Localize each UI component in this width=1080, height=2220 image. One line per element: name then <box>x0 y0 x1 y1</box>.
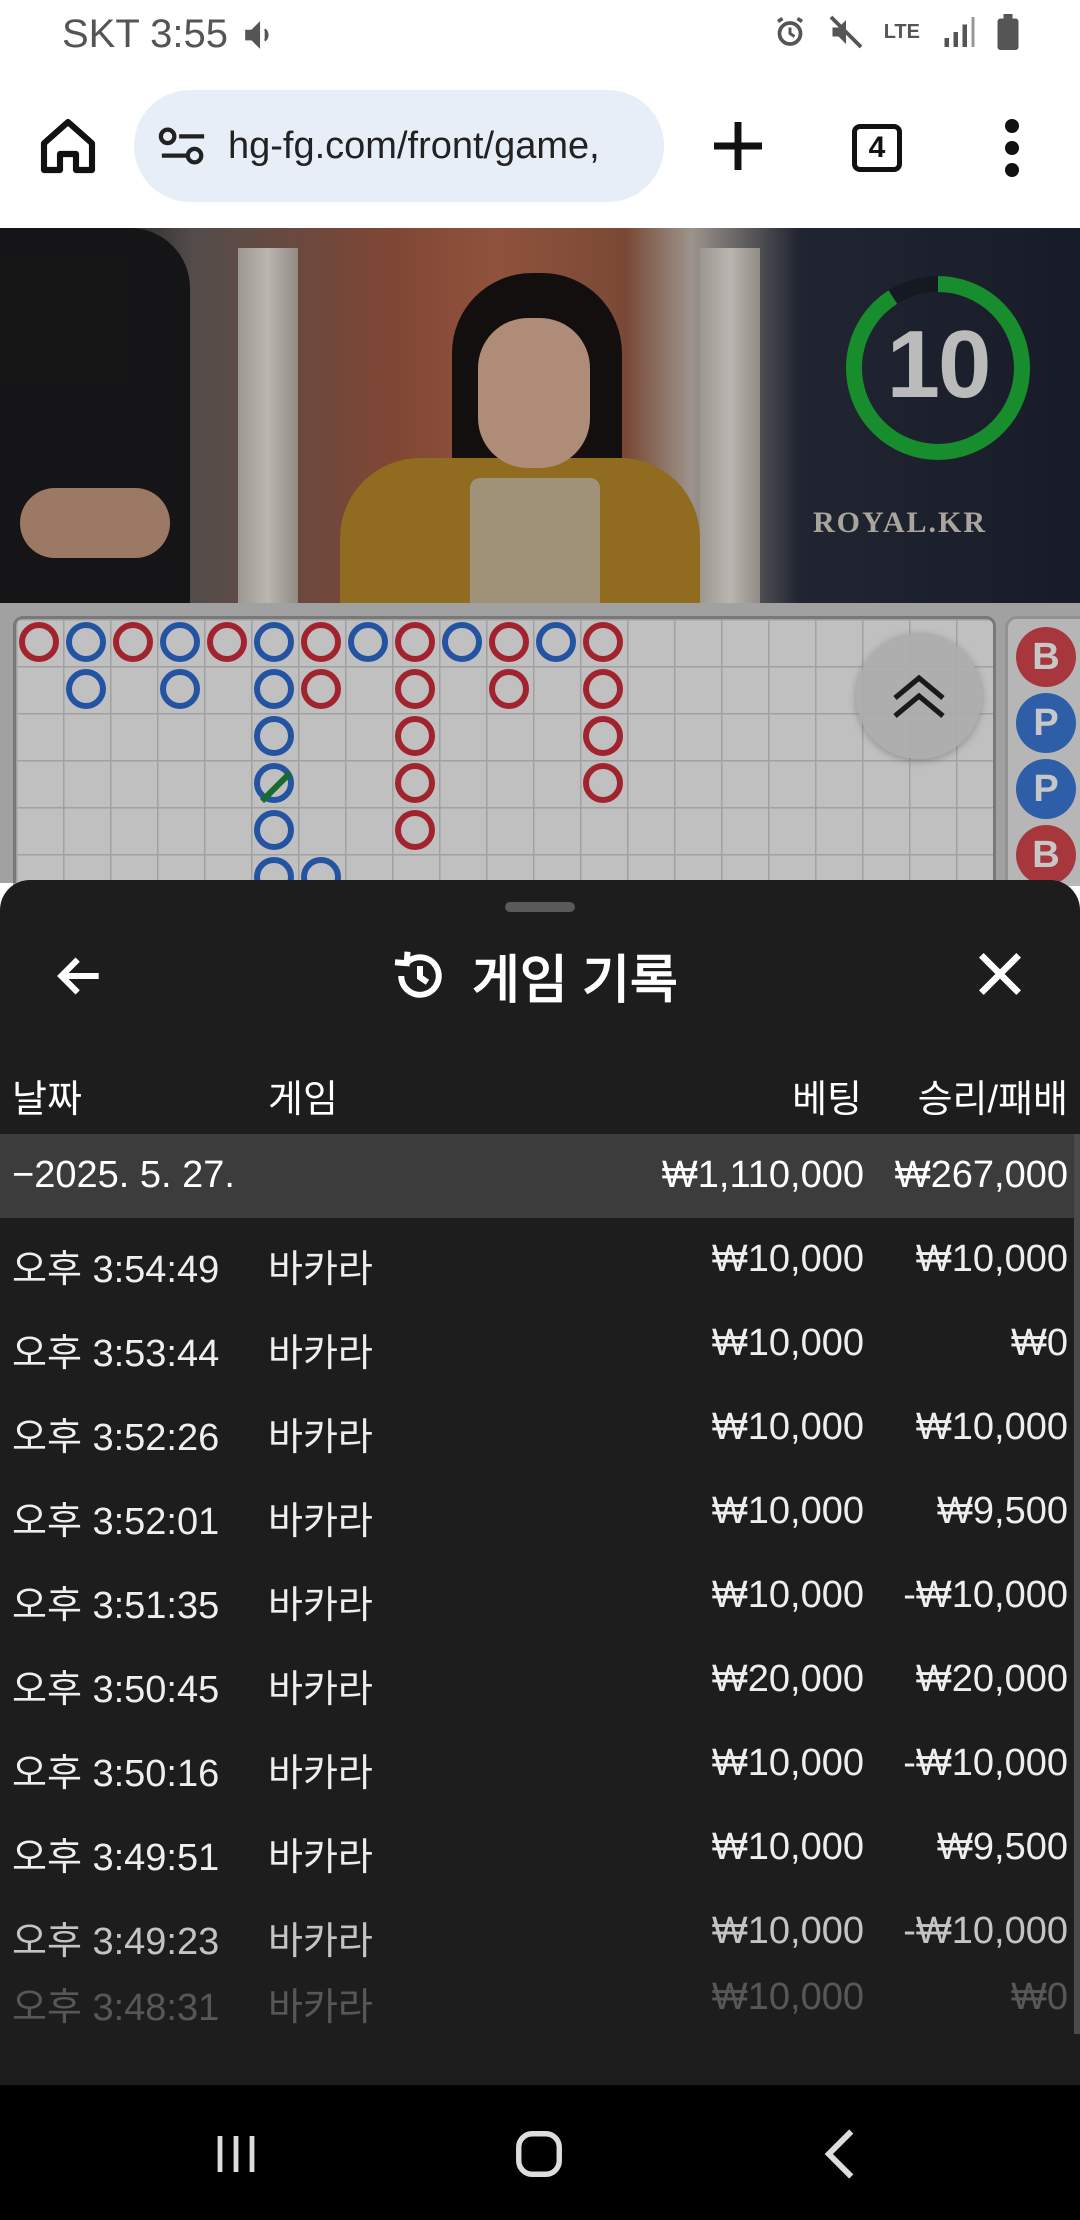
row-bet: ₩10,000 <box>711 1406 864 1448</box>
row-bet: ₩10,000 <box>711 1826 864 1868</box>
row-win-loss: ₩9,500 <box>937 1490 1068 1532</box>
carrier-time: SKT 3:55 <box>62 12 229 56</box>
date-group-label: −2025. 5. 27. <box>12 1154 235 1196</box>
column-bet: 베팅 <box>792 1079 862 1121</box>
row-game: 바카라 <box>268 1753 373 1795</box>
row-win-loss: ₩20,000 <box>915 1658 1068 1700</box>
row-win-loss: -₩10,000 <box>903 1574 1068 1616</box>
column-date: 날짜 <box>12 1079 82 1121</box>
close-icon[interactable] <box>972 946 1028 1002</box>
alarm-icon <box>776 16 803 46</box>
history-row[interactable]: 오후 3:52:01 바카라 ₩10,000 ₩9,500 <box>0 1470 1080 1554</box>
back-arrow-icon[interactable] <box>52 948 108 1004</box>
history-row[interactable]: 오후 3:49:51 바카라 ₩10,000 ₩9,500 <box>0 1806 1080 1890</box>
home-icon[interactable] <box>36 114 100 178</box>
modal-scrim[interactable] <box>0 228 1080 883</box>
date-group-row[interactable]: −2025. 5. 27. ₩1,110,000 ₩267,000 <box>0 1134 1080 1218</box>
row-time: 오후 3:52:26 <box>12 1417 220 1459</box>
row-game: 바카라 <box>268 1501 373 1543</box>
history-row[interactable]: 오후 3:53:44 바카라 ₩10,000 ₩0 <box>0 1302 1080 1386</box>
column-win-loss: 승리/패배 <box>917 1079 1068 1121</box>
row-win-loss: ₩10,000 <box>915 1238 1068 1280</box>
drag-handle[interactable] <box>505 902 575 912</box>
tab-switcher-button[interactable]: 4 <box>852 124 902 172</box>
status-left: SKT 3:55 <box>62 12 276 57</box>
volume-icon <box>245 20 269 49</box>
url-text: hg-fg.com/front/game, <box>228 124 600 167</box>
sheet-title: 게임 기록 <box>390 938 678 1013</box>
row-game: 바카라 <box>268 1417 373 1459</box>
history-scrollbar[interactable] <box>1074 1134 1080 2034</box>
home-nav-icon[interactable] <box>512 2127 566 2181</box>
row-bet: ₩10,000 <box>711 1322 864 1364</box>
row-game: 바카라 <box>268 1987 373 2029</box>
history-icon <box>394 951 442 998</box>
row-win-loss: -₩10,000 <box>903 1910 1068 1952</box>
row-time: 오후 3:53:44 <box>12 1333 220 1375</box>
history-row[interactable]: 오후 3:54:49 바카라 ₩10,000 ₩10,000 <box>0 1218 1080 1302</box>
battery-icon <box>997 14 1019 50</box>
row-game: 바카라 <box>268 1585 373 1627</box>
table-header: 날짜 게임 베팅 승리/패배 <box>0 1060 1080 1121</box>
history-row[interactable]: 오후 3:52:26 바카라 ₩10,000 ₩10,000 <box>0 1386 1080 1470</box>
row-time: 오후 3:50:16 <box>12 1753 220 1795</box>
history-row[interactable]: 오후 3:50:16 바카라 ₩10,000 -₩10,000 <box>0 1722 1080 1806</box>
history-row[interactable]: 오후 3:51:35 바카라 ₩10,000 -₩10,000 <box>0 1554 1080 1638</box>
system-nav-bar <box>0 2085 1080 2220</box>
row-win-loss: ₩0 <box>1011 1322 1068 1364</box>
row-time: 오후 3:54:49 <box>12 1249 220 1291</box>
row-bet: ₩10,000 <box>711 1490 864 1532</box>
row-bet: ₩10,000 <box>711 1742 864 1784</box>
sheet-title-text: 게임 기록 <box>472 952 678 1010</box>
network-label: LTE <box>883 21 920 43</box>
row-bet: ₩10,000 <box>711 1574 864 1616</box>
row-time: 오후 3:49:51 <box>12 1837 220 1879</box>
site-settings-icon[interactable] <box>158 124 208 168</box>
row-bet: ₩10,000 <box>711 1910 864 1952</box>
row-time: 오후 3:52:01 <box>12 1501 220 1543</box>
date-group-total-win-loss: ₩267,000 <box>894 1154 1068 1196</box>
row-game: 바카라 <box>268 1249 373 1291</box>
recent-apps-icon[interactable] <box>212 2130 260 2178</box>
date-group-total-bet: ₩1,110,000 <box>661 1154 864 1196</box>
game-history-sheet: 게임 기록 날짜 게임 베팅 승리/패배 −2025. 5. 27. ₩1,11… <box>0 880 1080 2085</box>
history-row[interactable]: 오후 3:50:45 바카라 ₩20,000 ₩20,000 <box>0 1638 1080 1722</box>
history-list: 오후 3:54:49 바카라 ₩10,000 ₩10,000 오후 3:53:4… <box>0 1218 1080 2029</box>
row-bet: ₩10,000 <box>711 1976 864 2018</box>
browser-toolbar: hg-fg.com/front/game, 4 <box>0 68 1080 228</box>
row-game: 바카라 <box>268 1669 373 1711</box>
row-win-loss: ₩10,000 <box>915 1406 1068 1448</box>
row-win-loss: ₩9,500 <box>937 1826 1068 1868</box>
address-bar[interactable]: hg-fg.com/front/game, <box>134 90 664 202</box>
back-nav-icon[interactable] <box>820 2127 860 2181</box>
row-game: 바카라 <box>268 1333 373 1375</box>
more-menu-icon[interactable] <box>990 118 1034 178</box>
row-bet: ₩20,000 <box>711 1658 864 1700</box>
status-right: LTE <box>772 14 1020 50</box>
new-tab-icon[interactable] <box>706 114 770 178</box>
mute-icon <box>829 15 863 49</box>
row-time: 오후 3:51:35 <box>12 1585 220 1627</box>
row-time: 오후 3:48:31 <box>12 1987 220 2029</box>
history-row[interactable]: 오후 3:48:31 바카라 ₩10,000 ₩0 <box>0 1956 1080 2040</box>
column-game: 게임 <box>268 1079 338 1121</box>
row-game: 바카라 <box>268 1837 373 1879</box>
row-time: 오후 3:50:45 <box>12 1669 220 1711</box>
row-win-loss: ₩0 <box>1011 1976 1068 2018</box>
signal-icon <box>944 17 975 47</box>
row-win-loss: -₩10,000 <box>903 1742 1068 1784</box>
row-bet: ₩10,000 <box>711 1238 864 1280</box>
status-bar: SKT 3:55 LTE <box>0 0 1080 68</box>
